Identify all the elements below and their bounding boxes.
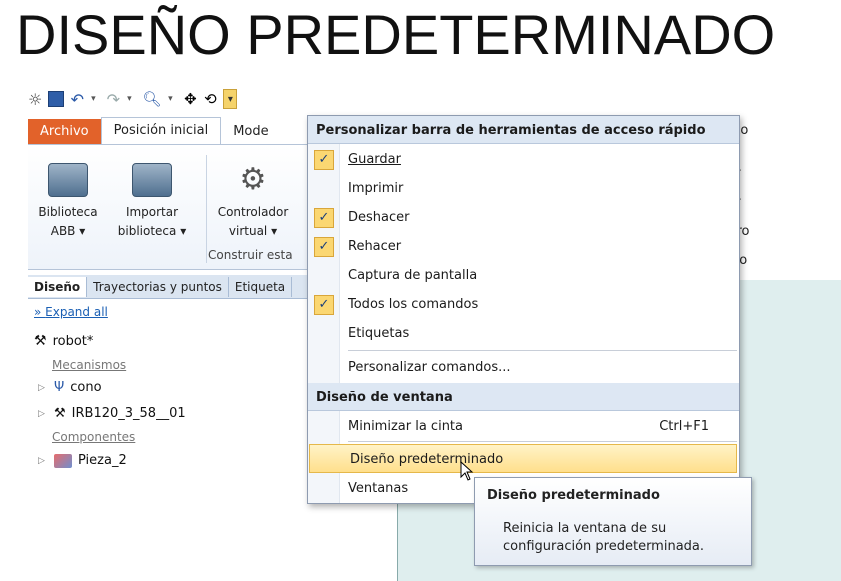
menu-item-personalizar-comandos[interactable]: Personalizar comandos... (308, 353, 739, 382)
move-icon[interactable]: ✥ (183, 89, 197, 109)
robot-icon: ⚒ (54, 406, 66, 421)
menu-item-label: Minimizar la cinta (348, 419, 463, 434)
robot-station-icon: ⚒ (34, 333, 47, 349)
menu-item-minimizar-cinta[interactable]: Minimizar la cinta Ctrl+F1 (308, 412, 739, 441)
zoom-icon[interactable]: 🔍︎ (142, 89, 161, 109)
tooltip-body: Reinicia la ventana de su configuración … (503, 520, 704, 556)
expand-all-link[interactable]: » Expand all (34, 305, 108, 319)
tab-archivo[interactable]: Archivo (28, 119, 101, 145)
undo-icon[interactable]: ↶ (70, 89, 84, 109)
menu-item-todos-comandos[interactable]: ✓ Todos los comandos (308, 290, 739, 319)
zoom-dropdown-icon[interactable]: ▾ (163, 89, 177, 109)
menu-separator (348, 441, 737, 442)
menu-section-personalizar: Personalizar barra de herramientas de ac… (308, 116, 739, 144)
redo-icon[interactable]: ↷ (106, 89, 120, 109)
menu-item-label: Imprimir (348, 181, 404, 196)
tab-trayectorias[interactable]: Trayectorias y puntos (87, 276, 229, 297)
tooltip: Diseño predeterminado Reinicia la ventan… (474, 477, 752, 566)
tree-item-pieza[interactable]: ▷ Pieza_2 (38, 453, 127, 468)
menu-item-guardar[interactable]: ✓ Guardar (308, 145, 739, 174)
importar-label-2: biblioteca ▾ (117, 224, 187, 238)
tool-icon: Ψ (54, 380, 65, 395)
menu-item-label: Rehacer (348, 239, 402, 254)
menu-item-label: Etiquetas (348, 326, 410, 341)
menu-item-deshacer[interactable]: ✓ Deshacer (308, 203, 739, 232)
tooltip-body-line: configuración predeterminada. (503, 539, 705, 554)
biblioteca-label-1: Biblioteca (38, 205, 98, 219)
app-icon[interactable]: ☼ (28, 89, 42, 109)
tree-item-label: cono (70, 380, 102, 395)
rotate-icon[interactable]: ⟲ (203, 89, 217, 109)
save-icon[interactable] (48, 91, 65, 107)
tooltip-title: Diseño predeterminado (487, 488, 660, 503)
check-icon: ✓ (314, 295, 334, 315)
station-label: robot* (52, 333, 94, 349)
menu-item-label: Diseño predeterminado (350, 452, 504, 467)
menu-item-etiquetas[interactable]: Etiquetas (308, 319, 739, 348)
quick-access-toolbar: ☼ ↶ ▾ ↷ ▾ 🔍︎ ▾ ✥ ⟲ ▾ (28, 86, 238, 112)
customize-qat-menu: Personalizar barra de herramientas de ac… (307, 115, 740, 504)
library-icon (48, 163, 88, 197)
tree-item-label: IRB120_3_58__01 (71, 406, 186, 421)
check-icon: ✓ (314, 208, 334, 228)
expand-all-label: Expand all (45, 305, 108, 319)
tree-item-irb120[interactable]: ▷ ⚒ IRB120_3_58__01 (38, 406, 186, 421)
tree-item-cono[interactable]: ▷ Ψ cono (38, 380, 102, 395)
robot-controller-icon: ⚙ (239, 162, 267, 197)
menu-separator (348, 350, 737, 351)
tree-section-mecanismos: Mecanismos (52, 358, 127, 372)
menu-item-label: Todos los comandos (348, 297, 479, 312)
ribbon-separator (206, 155, 207, 263)
controlador-virtual-button[interactable]: ⚙ Controlador virtual ▾ (210, 163, 296, 241)
tooltip-body-line: Reinicia la ventana de su (503, 521, 667, 536)
tree-section-componentes: Componentes (52, 430, 136, 444)
check-icon: ✓ (314, 237, 334, 257)
group-label-construir: Construir esta (208, 248, 293, 262)
menu-item-label: Ventanas (348, 481, 409, 496)
biblioteca-abb-button[interactable]: Biblioteca ABB ▾ (36, 163, 100, 241)
customize-qat-button[interactable]: ▾ (223, 89, 238, 109)
menu-item-label: Captura de pantalla (348, 268, 478, 283)
mouse-cursor-icon (460, 461, 474, 481)
menu-item-label: Guardar (348, 152, 401, 167)
expand-caret-icon[interactable]: ▷ (38, 409, 48, 419)
controlador-label-1: Controlador (217, 205, 289, 219)
menu-item-shortcut: Ctrl+F1 (659, 419, 709, 434)
menu-item-captura[interactable]: Captura de pantalla (308, 261, 739, 290)
menu-item-diseno-predeterminado[interactable]: Diseño predeterminado (309, 444, 737, 473)
menu-section-diseno-ventana: Diseño de ventana (308, 383, 739, 411)
panel-tabs: Diseño Trayectorias y puntos Etiqueta (28, 275, 310, 299)
menu-item-imprimir[interactable]: Imprimir (308, 174, 739, 203)
tab-etiquetas[interactable]: Etiqueta (229, 276, 293, 297)
chevrons-icon: » (34, 305, 46, 319)
menu-item-label: Personalizar comandos... (348, 360, 511, 375)
biblioteca-label-2: ABB ▾ (50, 224, 86, 238)
importar-biblioteca-button[interactable]: Importar biblioteca ▾ (112, 163, 192, 241)
expand-caret-icon[interactable]: ▷ (38, 383, 48, 393)
redo-dropdown-icon[interactable]: ▾ (122, 89, 136, 109)
expand-caret-icon[interactable]: ▷ (38, 456, 48, 466)
controlador-label-2: virtual ▾ (228, 224, 278, 238)
importar-label-1: Importar (125, 205, 179, 219)
tab-modelado[interactable]: Mode (221, 119, 280, 145)
tab-diseno[interactable]: Diseño (28, 276, 88, 297)
menu-item-rehacer[interactable]: ✓ Rehacer (308, 232, 739, 261)
page-heading: DISEÑO PREDETERMINADO (16, 3, 776, 66)
import-library-icon (132, 163, 172, 197)
tab-posicion-inicial[interactable]: Posición inicial (100, 117, 222, 145)
check-icon: ✓ (314, 150, 334, 170)
undo-dropdown-icon[interactable]: ▾ (86, 89, 100, 109)
tree-item-label: Pieza_2 (78, 453, 127, 468)
part-icon (54, 453, 72, 468)
menu-item-label: Deshacer (348, 210, 410, 225)
tree-station[interactable]: ⚒ robot* (34, 333, 93, 349)
